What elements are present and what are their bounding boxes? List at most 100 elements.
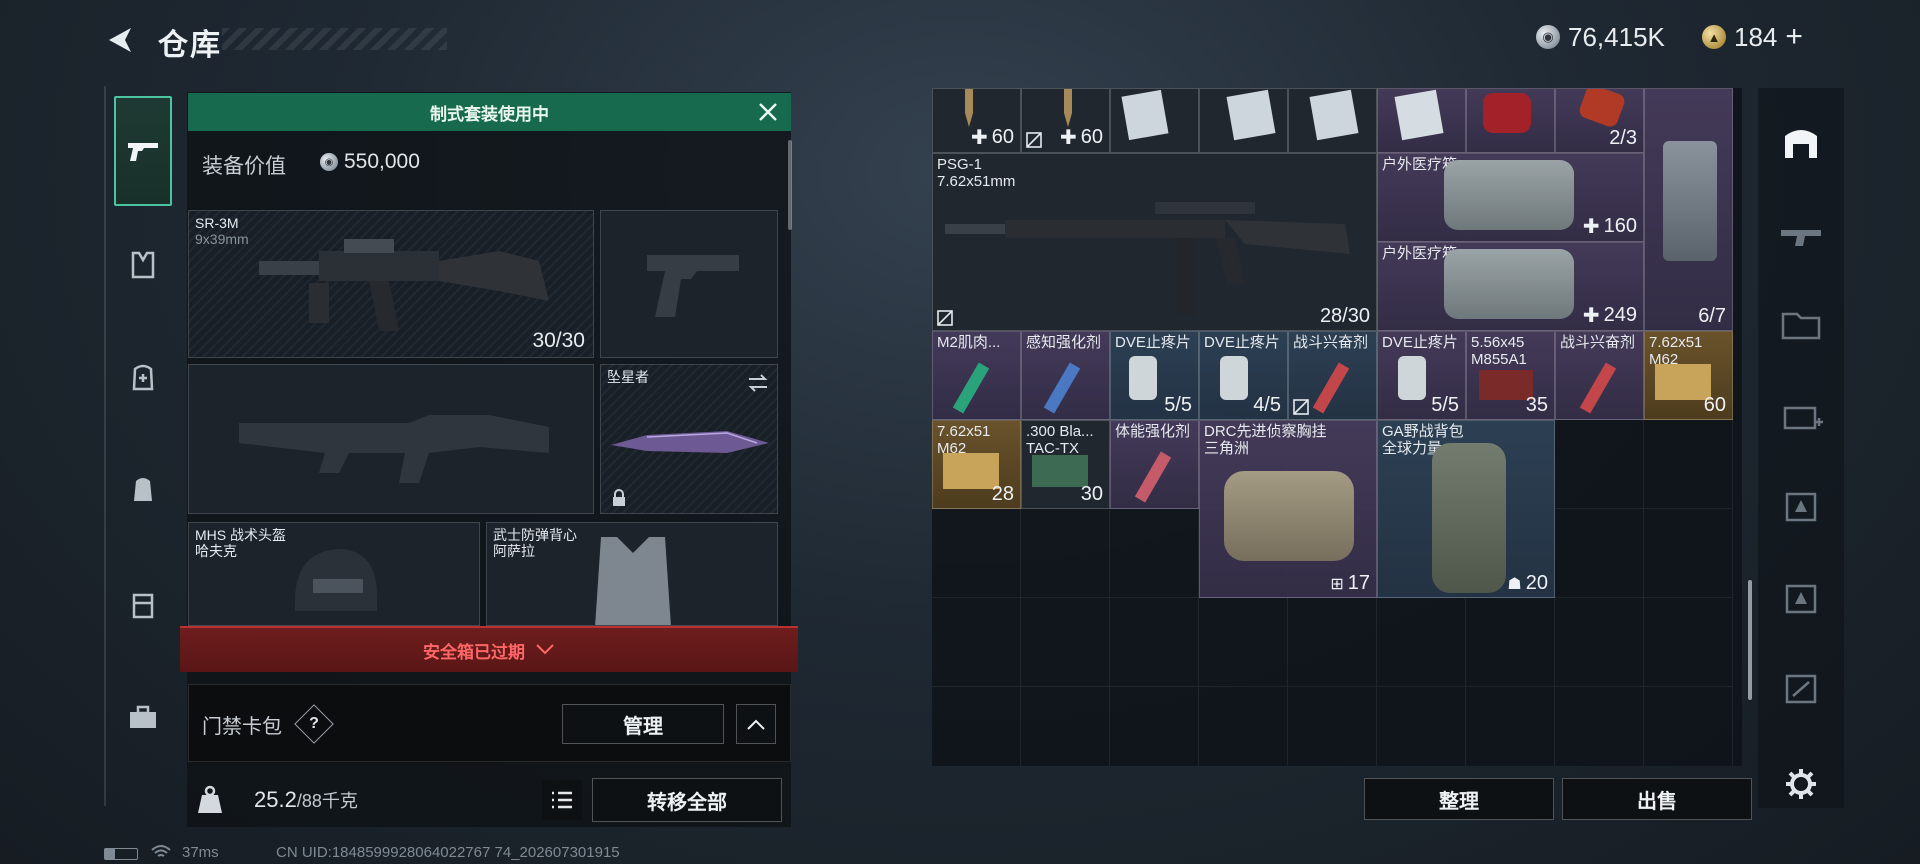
warehouse-item[interactable]: 感知强化剂	[1021, 331, 1110, 420]
category-medical[interactable]	[114, 348, 172, 406]
manage-button[interactable]: 管理	[562, 704, 724, 744]
weight-current: 25.2	[254, 787, 297, 812]
grid-cell[interactable]	[1288, 687, 1377, 766]
warehouse-item[interactable]: 战斗兴奋剂	[1288, 331, 1377, 420]
grid-cell[interactable]	[1199, 687, 1288, 766]
warehouse-item[interactable]	[1199, 88, 1288, 153]
filter-all[interactable]	[1766, 112, 1836, 172]
settings-button[interactable]	[1766, 754, 1836, 814]
add-gold-button[interactable]: +	[1785, 20, 1803, 54]
category-cases[interactable]	[114, 576, 172, 634]
grid-cell[interactable]	[932, 509, 1021, 598]
grid-cell[interactable]	[932, 687, 1021, 766]
vest-icon	[131, 251, 155, 279]
warehouse-grid[interactable]: ✚ 60 ✚ 60 2/3 6/7 PSG-1 7.62x51mm 28/30 …	[932, 88, 1742, 766]
filter-equipment[interactable]	[1766, 476, 1836, 536]
filter-medical[interactable]	[1766, 386, 1836, 446]
warehouse-item[interactable]: 战斗兴奋剂	[1555, 331, 1644, 420]
sell-button[interactable]: 出售	[1562, 778, 1752, 820]
grid-cell[interactable]	[1555, 509, 1644, 598]
grid-cell[interactable]	[1199, 598, 1288, 687]
collapse-button[interactable]	[736, 704, 776, 744]
warehouse-item[interactable]: .300 Bla... TAC-TX 30	[1021, 420, 1110, 509]
warehouse-item[interactable]	[1288, 88, 1377, 153]
gold-currency[interactable]: ▲ 184 +	[1702, 20, 1803, 54]
primary-weapon-slot[interactable]: SR-3M 9x39mm 30/30	[188, 210, 594, 358]
grid-cell[interactable]	[1110, 598, 1199, 687]
filter-weapons[interactable]	[1766, 204, 1836, 264]
filter-collectibles[interactable]	[1766, 658, 1836, 718]
warehouse-item[interactable]: DVE止疼片 5/5	[1377, 331, 1466, 420]
warehouse-item[interactable]	[1110, 88, 1199, 153]
back-button[interactable]	[100, 22, 140, 58]
warehouse-item[interactable]: 体能强化剂	[1110, 420, 1199, 509]
armor-slot[interactable]: 武士防弹背心 阿萨拉	[486, 522, 778, 626]
sidearm-slot[interactable]	[600, 210, 778, 358]
pistol-icon	[128, 143, 158, 161]
grid-cell[interactable]	[1644, 509, 1733, 598]
warehouse-scrollbar[interactable]	[1748, 580, 1752, 700]
grid-cell[interactable]	[1555, 598, 1644, 687]
warehouse-item[interactable]: 7.62x51 M62 60	[1644, 331, 1733, 420]
category-armor[interactable]	[114, 236, 172, 294]
vest-armor-icon	[595, 537, 671, 625]
warehouse-item[interactable]: 2/3	[1555, 88, 1644, 153]
equipment-scrollbar[interactable]	[788, 140, 792, 230]
warehouse-item[interactable]	[1466, 88, 1555, 153]
grid-cell[interactable]	[1555, 420, 1644, 509]
warehouse-item[interactable]: 6/7	[1644, 88, 1733, 331]
warehouse-item[interactable]: M2肌肉...	[932, 331, 1021, 420]
category-backpacks[interactable]	[114, 460, 172, 518]
syringe-icon	[1043, 362, 1081, 414]
swap-icon[interactable]	[747, 373, 769, 393]
grid-cell[interactable]	[1021, 598, 1110, 687]
red-item-icon	[1483, 93, 1531, 133]
title-decoration	[222, 28, 447, 50]
grid-cell[interactable]	[1110, 687, 1199, 766]
warehouse-item[interactable]: ✚ 60	[1021, 88, 1110, 153]
warehouse-item[interactable]: 户外医疗箱 ✚ 160	[1377, 153, 1644, 242]
warehouse-item[interactable]: DVE止疼片 5/5	[1110, 331, 1199, 420]
list-view-button[interactable]	[542, 780, 582, 820]
item-name: DVE止疼片	[1204, 334, 1280, 351]
warehouse-item[interactable]: 7.62x51 M62 28	[932, 420, 1021, 509]
category-weapons[interactable]	[114, 96, 172, 206]
plus-icon: ✚	[1582, 216, 1600, 238]
item-qty: 60	[1080, 126, 1103, 148]
grid-cell[interactable]	[932, 598, 1021, 687]
grid-cell[interactable]	[1021, 687, 1110, 766]
sort-button[interactable]: 整理	[1364, 778, 1554, 820]
item-name: DVE止疼片	[1382, 334, 1458, 351]
grid-cell[interactable]	[1377, 687, 1466, 766]
grid-cell[interactable]	[1021, 509, 1110, 598]
warehouse-item[interactable]: DVE止疼片 4/5	[1199, 331, 1288, 420]
silver-currency[interactable]: ◉ 76,415K	[1536, 22, 1665, 52]
warehouse-item[interactable]: ✚ 60	[932, 88, 1021, 153]
warehouse-item[interactable]: 户外医疗箱 ✚ 249	[1377, 242, 1644, 331]
secondary-weapon-slot[interactable]	[188, 364, 594, 514]
grid-cell[interactable]	[1466, 687, 1555, 766]
melee-slot[interactable]: 坠星者	[600, 364, 778, 514]
grid-cell[interactable]	[1110, 509, 1199, 598]
warehouse-item[interactable]	[1377, 88, 1466, 153]
category-tools[interactable]	[114, 688, 172, 746]
warehouse-item[interactable]: PSG-1 7.62x51mm 28/30	[932, 153, 1377, 331]
grid-cell[interactable]	[1644, 598, 1733, 687]
close-icon[interactable]	[755, 99, 781, 125]
helmet-slot[interactable]: MHS 战术头盔 哈夫克	[188, 522, 480, 626]
grid-cell[interactable]	[1466, 598, 1555, 687]
chevron-down-icon	[536, 644, 554, 655]
grid-cell[interactable]	[1555, 687, 1644, 766]
filter-storage[interactable]	[1766, 294, 1836, 354]
grid-cell[interactable]	[1377, 598, 1466, 687]
warehouse-item[interactable]: 5.56x45 M855A1 35	[1466, 331, 1555, 420]
warehouse-item[interactable]: DRC先进侦察胸挂 三角洲 ⊞ 17	[1199, 420, 1377, 598]
warehouse-item[interactable]: GA野战背包 全球力量 ☗ 20	[1377, 420, 1555, 598]
gear-icon	[1786, 769, 1816, 799]
grid-cell[interactable]	[1644, 420, 1733, 509]
safebox-expired-bar[interactable]: 安全箱已过期	[180, 626, 798, 672]
filter-materials[interactable]	[1766, 568, 1836, 628]
grid-cell[interactable]	[1288, 598, 1377, 687]
transfer-all-button[interactable]: 转移全部	[592, 778, 782, 822]
grid-cell[interactable]	[1644, 687, 1733, 766]
